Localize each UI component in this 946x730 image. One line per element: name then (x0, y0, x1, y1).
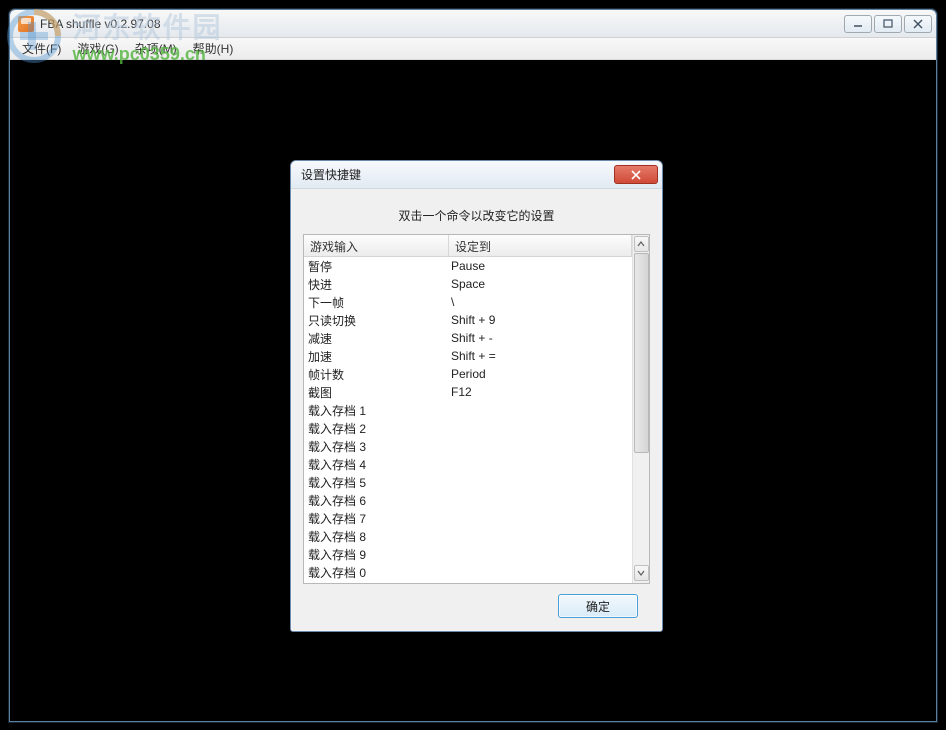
list-item-name: 载入存档 2 (304, 420, 449, 437)
hotkey-dialog: 设置快捷键 双击一个命令以改变它的设置 游戏输入 设定到 暂停Pause快进Sp… (290, 160, 663, 632)
list-item-name: 载入存档 0 (304, 564, 449, 581)
list-item-name: 载入存档 5 (304, 474, 449, 491)
list-item-name: 暂停 (304, 258, 449, 275)
list-item-key: \ (449, 295, 632, 309)
menu-file[interactable]: 文件(F) (14, 38, 69, 59)
list-item[interactable]: 载入存档 3 (304, 437, 632, 455)
list-item-key: Space (449, 277, 632, 291)
list-item[interactable]: 载入存档 7 (304, 509, 632, 527)
list-item-key: Shift + = (449, 349, 632, 363)
column-header-setto[interactable]: 设定到 (449, 235, 632, 256)
vertical-scrollbar[interactable] (632, 235, 649, 583)
list-item[interactable]: 载入存档 5 (304, 473, 632, 491)
minimize-button[interactable] (844, 15, 872, 33)
dialog-title: 设置快捷键 (301, 166, 614, 183)
list-item[interactable]: 载入存档 4 (304, 455, 632, 473)
list-item-name: 只读切换 (304, 312, 449, 329)
list-item-name: 帧计数 (304, 366, 449, 383)
list-item-key: Pause (449, 259, 632, 273)
list-item-name: 载入存档 4 (304, 456, 449, 473)
list-item[interactable]: 载入存档 6 (304, 491, 632, 509)
scroll-thumb[interactable] (634, 253, 649, 453)
list-item-name: 快进 (304, 276, 449, 293)
menu-misc[interactable]: 杂项(M) (127, 38, 185, 59)
list-item-key: Shift + - (449, 331, 632, 345)
minimize-icon (853, 19, 863, 29)
ok-button[interactable]: 确定 (558, 594, 638, 618)
menu-help[interactable]: 帮助(H) (185, 38, 242, 59)
column-header-input[interactable]: 游戏输入 (304, 235, 449, 256)
window-controls (844, 15, 932, 33)
list-item-key: Period (449, 367, 632, 381)
list-item[interactable]: 下一帧\ (304, 293, 632, 311)
list-item-name: 加速 (304, 348, 449, 365)
main-window-title: FBA shuffle v0.2.97.08 (40, 17, 844, 31)
scroll-down-button[interactable] (634, 565, 649, 581)
list-header: 游戏输入 设定到 (304, 235, 632, 257)
list-item-name: 减速 (304, 330, 449, 347)
list-item[interactable]: 快进Space (304, 275, 632, 293)
list-item[interactable]: 截图F12 (304, 383, 632, 401)
list-item[interactable]: 载入存档 0 (304, 563, 632, 581)
list-item[interactable]: 载入存档 8 (304, 527, 632, 545)
chevron-down-icon (637, 570, 645, 576)
list-item[interactable]: 载入存档 9 (304, 545, 632, 563)
main-titlebar[interactable]: FBA shuffle v0.2.97.08 (10, 10, 936, 38)
list-item[interactable]: 帧计数Period (304, 365, 632, 383)
list-item[interactable]: 加速Shift + = (304, 347, 632, 365)
menubar: 文件(F) 游戏(G) 杂项(M) 帮助(H) (10, 38, 936, 60)
list-item[interactable]: 载入存档 1 (304, 401, 632, 419)
list-rows-container: 暂停Pause快进Space下一帧\只读切换Shift + 9减速Shift +… (304, 257, 632, 583)
close-icon (913, 19, 923, 29)
chevron-up-icon (637, 241, 645, 247)
list-item-name: 载入存档 6 (304, 492, 449, 509)
list-item-name: 截图 (304, 384, 449, 401)
list-item-key: F12 (449, 385, 632, 399)
close-icon (631, 170, 641, 180)
list-item-name: 载入存档 1 (304, 402, 449, 419)
list-item-name: 载入存档 9 (304, 546, 449, 563)
hotkey-list: 游戏输入 设定到 暂停Pause快进Space下一帧\只读切换Shift + 9… (303, 234, 650, 584)
menu-game[interactable]: 游戏(G) (69, 38, 126, 59)
list-item-name: 载入存档 8 (304, 528, 449, 545)
app-icon (18, 16, 34, 32)
dialog-close-button[interactable] (614, 165, 658, 184)
list-item-key: Shift + 9 (449, 313, 632, 327)
maximize-icon (883, 19, 893, 29)
dialog-instruction: 双击一个命令以改变它的设置 (303, 199, 650, 234)
list-item[interactable]: 只读切换Shift + 9 (304, 311, 632, 329)
list-item[interactable]: 减速Shift + - (304, 329, 632, 347)
maximize-button[interactable] (874, 15, 902, 33)
list-item-name: 下一帧 (304, 294, 449, 311)
list-item-name: 载入存档 7 (304, 510, 449, 527)
list-item[interactable]: 暂停Pause (304, 257, 632, 275)
list-item[interactable]: 载入存档 2 (304, 419, 632, 437)
dialog-titlebar[interactable]: 设置快捷键 (291, 161, 662, 189)
scroll-up-button[interactable] (634, 236, 649, 252)
close-button[interactable] (904, 15, 932, 33)
list-item-name: 载入存档 3 (304, 438, 449, 455)
